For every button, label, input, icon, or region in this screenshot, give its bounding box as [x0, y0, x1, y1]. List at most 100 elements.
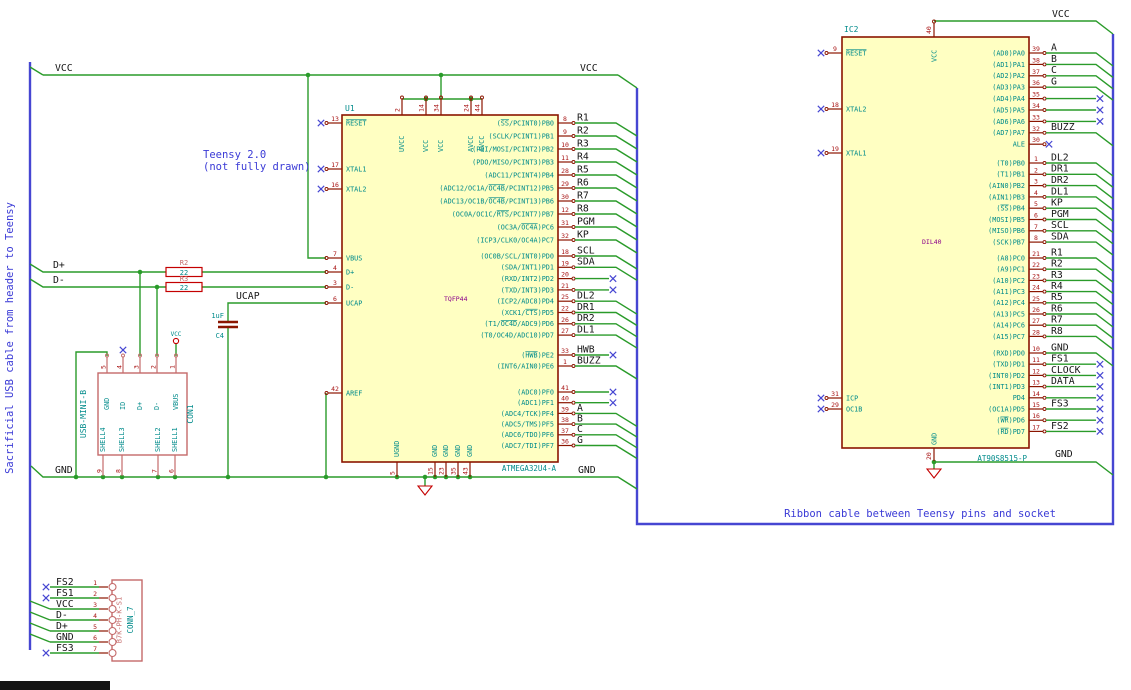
- pin-number: 23: [1032, 272, 1040, 280]
- pin-number: 1: [1034, 155, 1038, 163]
- net-label[interactable]: KP: [1051, 198, 1063, 209]
- net-label[interactable]: CLOCK: [1051, 365, 1081, 376]
- net-label[interactable]: DL1: [1051, 186, 1069, 197]
- net-label[interactable]: DR2: [577, 313, 595, 324]
- net-label[interactable]: R5: [577, 164, 589, 175]
- wire[interactable]: [575, 444, 638, 460]
- wire[interactable]: [29, 278, 166, 288]
- net-label[interactable]: R6: [1051, 303, 1063, 314]
- pin-name: (T0)PB0: [996, 159, 1025, 167]
- wire[interactable]: [29, 66, 44, 76]
- wire[interactable]: [227, 302, 326, 322]
- net-label[interactable]: DR2: [1051, 175, 1069, 186]
- component-ref-u1[interactable]: U1: [345, 104, 355, 113]
- component-ref-r2[interactable]: R2: [180, 259, 188, 267]
- net-label[interactable]: GND: [1051, 342, 1069, 353]
- net-label[interactable]: B: [1051, 54, 1057, 65]
- component-footprint-u1[interactable]: TQFP44: [444, 295, 468, 303]
- net-label[interactable]: B: [577, 414, 583, 425]
- net-label[interactable]: C: [577, 424, 583, 435]
- net-label[interactable]: R3: [1051, 270, 1063, 281]
- wire[interactable]: [934, 461, 1114, 476]
- net-label[interactable]: DR1: [1051, 164, 1069, 175]
- net-label[interactable]: FS1: [1051, 354, 1069, 365]
- component-ref-usb[interactable]: CON1: [186, 404, 195, 423]
- wire[interactable]: [934, 20, 1114, 35]
- capacitor-c4[interactable]: [218, 320, 238, 329]
- net-label[interactable]: DR1: [577, 302, 595, 313]
- net-label[interactable]: FS2: [1051, 421, 1069, 432]
- net-label[interactable]: SCL: [1051, 220, 1069, 231]
- pin-number: 29: [561, 180, 569, 188]
- component-ref-r3[interactable]: R3: [180, 275, 188, 283]
- net-label[interactable]: G: [1051, 77, 1057, 88]
- wire[interactable]: [1046, 132, 1114, 147]
- net-label-gnd[interactable]: GND: [55, 465, 73, 476]
- wire[interactable]: [617, 74, 638, 89]
- net-label[interactable]: R1: [1051, 247, 1063, 258]
- net-label[interactable]: HWB: [577, 344, 595, 355]
- pin-number: 24: [463, 104, 471, 112]
- net-label-dminus[interactable]: D-: [53, 275, 65, 286]
- wire[interactable]: [29, 622, 51, 632]
- net-label[interactable]: G: [577, 435, 583, 446]
- net-label-ucap[interactable]: UCAP: [236, 291, 260, 302]
- net-label-gnd[interactable]: GND: [1055, 449, 1073, 460]
- net-label[interactable]: R6: [577, 177, 589, 188]
- net-label[interactable]: DL2: [1051, 152, 1069, 163]
- component-footprint-ic2[interactable]: DIL40: [922, 238, 942, 246]
- net-label[interactable]: DL2: [577, 291, 595, 302]
- pin-number: 5: [93, 623, 97, 631]
- net-label-dplus[interactable]: D+: [53, 260, 65, 271]
- net-label[interactable]: R2: [1051, 259, 1063, 270]
- component-ref-ic2[interactable]: IC2: [844, 25, 859, 34]
- wire[interactable]: [575, 365, 638, 380]
- net-label[interactable]: R5: [1051, 292, 1063, 303]
- net-label[interactable]: R4: [577, 151, 589, 162]
- net-label[interactable]: R8: [577, 203, 589, 214]
- net-label[interactable]: SCL: [577, 245, 595, 256]
- component-value-usb[interactable]: USB-MINI-B: [79, 390, 88, 438]
- net-label-vcc[interactable]: VCC: [1052, 9, 1070, 20]
- wire[interactable]: [29, 611, 51, 621]
- net-label[interactable]: SDA: [577, 257, 595, 268]
- note-usb-cable[interactable]: Sacrificial USB cable from header to Tee…: [4, 202, 16, 474]
- net-label[interactable]: A: [577, 403, 583, 414]
- net-label[interactable]: PGM: [1051, 209, 1069, 220]
- net-label-vcc[interactable]: VCC: [580, 63, 598, 74]
- net-label[interactable]: R1: [577, 112, 589, 123]
- net-label[interactable]: DL1: [577, 325, 595, 336]
- wire[interactable]: [29, 263, 166, 273]
- net-label[interactable]: DATA: [1051, 376, 1075, 387]
- net-label-vcc[interactable]: VCC: [55, 63, 73, 74]
- component-value-conn7[interactable]: B7K-PH-K-S1: [116, 597, 124, 643]
- component-value-u1[interactable]: ATMEGA32U4-A: [502, 464, 557, 473]
- net-label[interactable]: R2: [577, 125, 589, 136]
- net-label[interactable]: A: [1051, 42, 1057, 53]
- net-label[interactable]: R8: [1051, 326, 1063, 337]
- net-label[interactable]: R3: [577, 138, 589, 149]
- net-label[interactable]: SDA: [1051, 232, 1069, 243]
- note-ribbon-cable[interactable]: Ribbon cable between Teensy pins and soc…: [784, 508, 1056, 520]
- net-label[interactable]: BUZZ: [1051, 122, 1075, 133]
- note-teensy[interactable]: Teensy 2.0: [203, 149, 266, 161]
- pin-number: 25: [561, 293, 569, 301]
- no-connect-x-icon: [817, 105, 825, 113]
- component-value-ic2[interactable]: AT90S8515-P: [977, 454, 1027, 463]
- net-label[interactable]: R7: [577, 190, 589, 201]
- component-ref-conn7[interactable]: CONN_7: [126, 606, 135, 633]
- component-value-c4[interactable]: 1uF: [211, 312, 224, 320]
- net-label[interactable]: C: [1051, 65, 1057, 76]
- net-label[interactable]: BUZZ: [577, 355, 601, 366]
- net-label[interactable]: KP: [577, 229, 589, 240]
- net-label[interactable]: R4: [1051, 281, 1063, 292]
- component-ref-c4[interactable]: C4: [216, 332, 224, 340]
- note-teensy[interactable]: (not fully drawn): [203, 161, 310, 173]
- component-value-r3[interactable]: 22: [180, 284, 188, 292]
- wire[interactable]: [29, 633, 51, 643]
- net-label[interactable]: R7: [1051, 315, 1063, 326]
- net-label-gnd[interactable]: GND: [578, 465, 596, 476]
- net-label[interactable]: FS3: [1051, 398, 1069, 409]
- wire[interactable]: [29, 600, 51, 610]
- net-label[interactable]: PGM: [577, 216, 595, 227]
